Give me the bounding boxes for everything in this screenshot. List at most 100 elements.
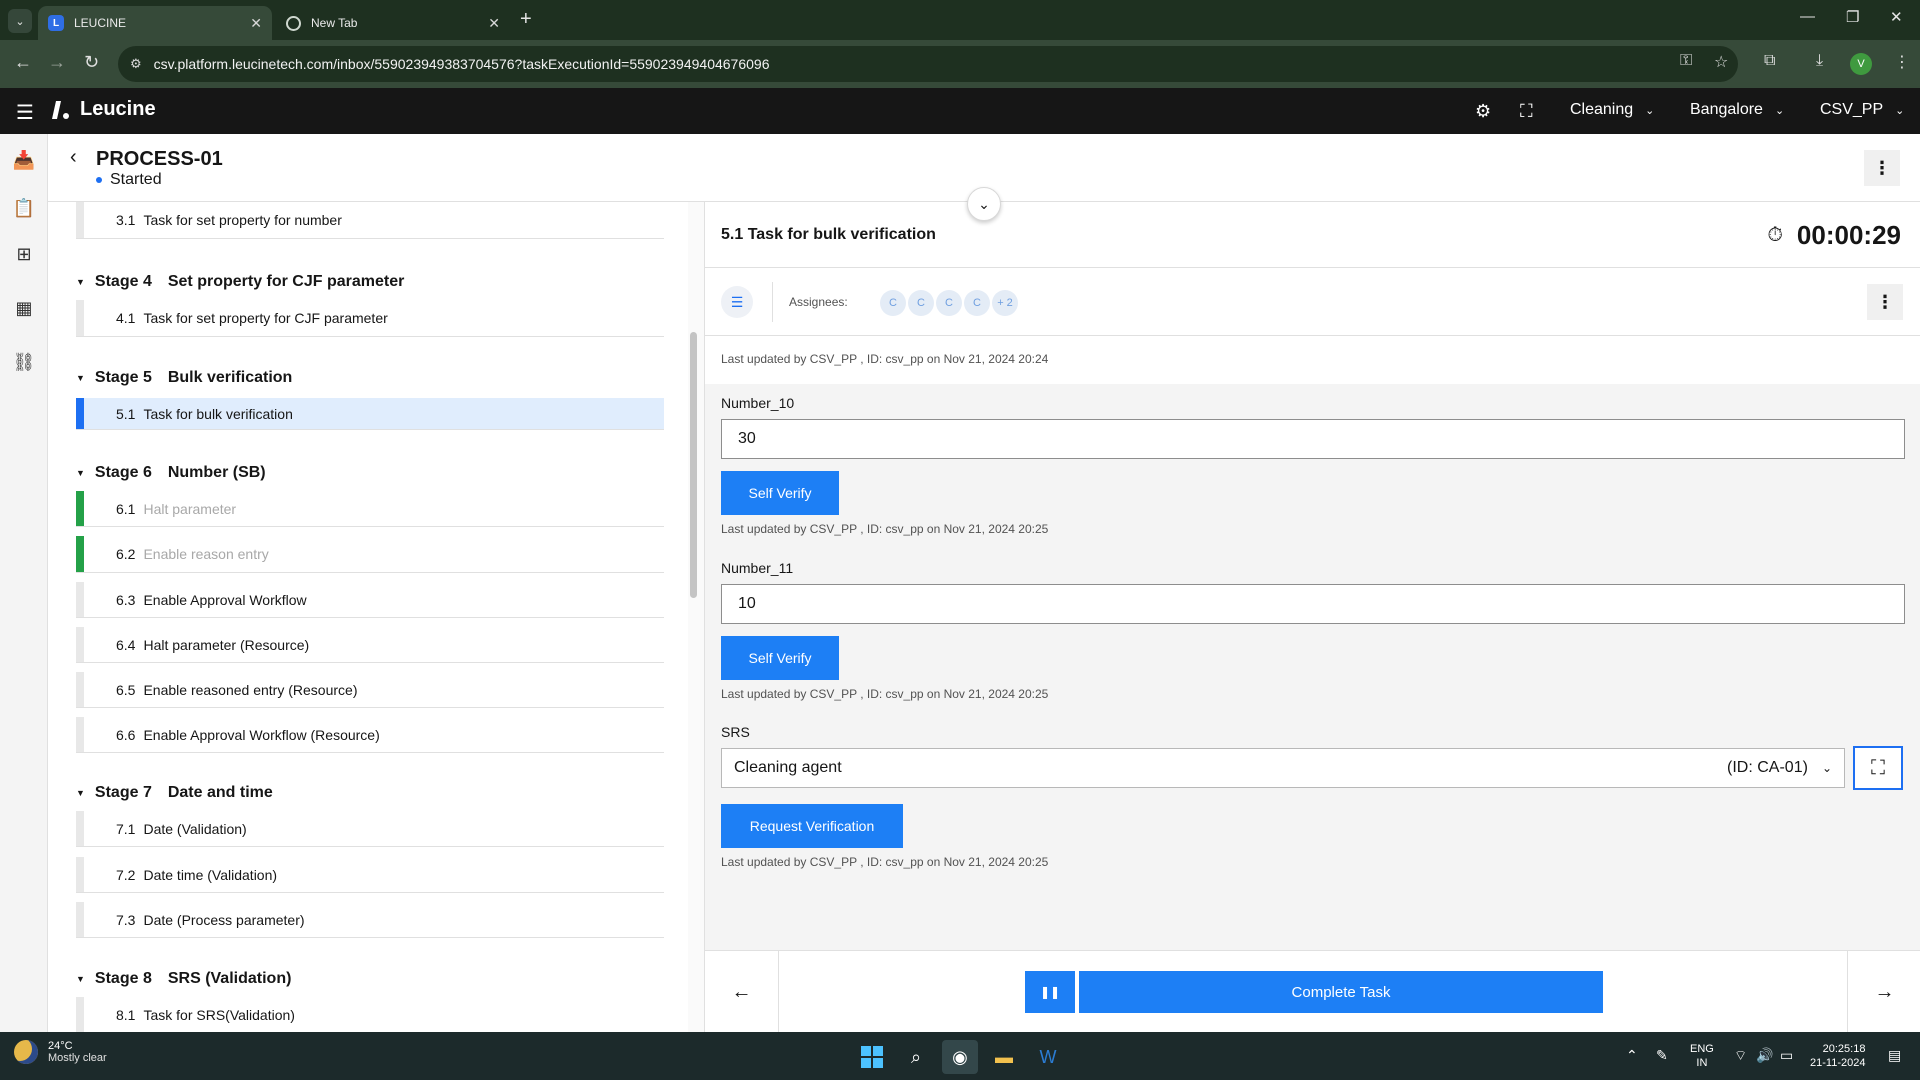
chrome-taskbar-icon[interactable]: ◉	[942, 1040, 978, 1074]
extensions-icon[interactable]: ⧉	[1764, 52, 1775, 70]
download-icon[interactable]: ⤓	[1816, 52, 1823, 70]
task-item-6-3[interactable]: 6.3 Enable Approval Workflow	[76, 582, 664, 618]
back-arrow-icon[interactable]: ←	[14, 52, 32, 73]
ontology-icon[interactable]: ⊞	[0, 234, 48, 274]
previous-task-arrow-icon[interactable]: ←	[705, 951, 779, 1033]
task-footer: ← ❚❚ Complete Task →	[705, 950, 1920, 1033]
task-label: Halt parameter	[143, 500, 237, 517]
app-logo[interactable]: Leucine	[52, 98, 156, 121]
start-windows-icon[interactable]	[854, 1040, 890, 1074]
task-item-6-1[interactable]: 6.1 Halt parameter	[76, 491, 664, 527]
task-item-8-1[interactable]: 8.1 Task for SRS(Validation)	[76, 997, 664, 1032]
task-item-4-1[interactable]: 4.1 Task for set property for CJF parame…	[76, 300, 664, 337]
collapse-header-chevron-icon[interactable]: ⌄	[967, 187, 1001, 221]
task-item-7-1[interactable]: 7.1 Date (Validation)	[76, 811, 664, 847]
minimize-window-icon[interactable]: —	[1800, 8, 1815, 25]
notification-pen-icon[interactable]: ✎	[1656, 1047, 1668, 1064]
facility-dropdown[interactable]: Cleaning ⌄	[1570, 101, 1654, 119]
process-more-icon[interactable]: ⋮	[1864, 150, 1900, 186]
task-number: 7.1	[116, 820, 136, 837]
avatar: C	[964, 290, 990, 316]
show-hidden-icons-chevron-icon[interactable]: ⌃	[1626, 1047, 1638, 1064]
address-bar[interactable]: ⚙ csv.platform.leucinetech.com/inbox/559…	[118, 46, 1738, 82]
browser-menu-icon[interactable]: ⋮	[1894, 52, 1910, 72]
hierarchy-icon[interactable]: ⛓	[0, 342, 48, 382]
calendar-icon[interactable]: ▦	[0, 288, 48, 328]
stage-label: Bulk verification	[167, 369, 293, 386]
word-icon[interactable]: W	[1030, 1040, 1066, 1074]
profile-avatar[interactable]: V	[1850, 53, 1872, 75]
task-more-icon[interactable]: ⋮	[1867, 284, 1903, 320]
browser-tab-new-tab[interactable]: New Tab ✕	[276, 6, 510, 40]
task-item-7-3[interactable]: 7.3 Date (Process parameter)	[76, 902, 664, 938]
site-info-icon[interactable]: ⚙	[130, 56, 142, 72]
checklist-icon[interactable]: 📋	[0, 188, 48, 228]
number-10-input[interactable]: 30	[721, 419, 1905, 459]
stage-6-header[interactable]: ▼ Stage 6 Number (SB)	[76, 464, 266, 482]
task-item-6-5[interactable]: 6.5 Enable reasoned entry (Resource)	[76, 672, 664, 708]
task-number: 8.1	[116, 1006, 136, 1023]
task-item-6-4[interactable]: 6.4 Halt parameter (Resource)	[76, 627, 664, 663]
url-text: csv.platform.leucinetech.com/inbox/55902…	[153, 56, 770, 72]
task-item-6-6[interactable]: 6.6 Enable Approval Workflow (Resource)	[76, 717, 664, 753]
checklist-icon[interactable]: ☰	[721, 286, 753, 318]
task-number: 6.5	[116, 681, 136, 698]
back-chevron-icon[interactable]: ‹	[70, 146, 77, 169]
stage-5-header[interactable]: ▼ Stage 5 Bulk verification	[76, 369, 292, 387]
settings-gear-icon[interactable]: ⚙	[1475, 101, 1491, 122]
new-tab-plus-icon[interactable]: +	[520, 8, 532, 31]
notifications-icon[interactable]: ▤	[1888, 1047, 1901, 1064]
battery-icon[interactable]: ▭	[1780, 1047, 1793, 1064]
task-item-5-1[interactable]: 5.1 Task for bulk verification	[76, 398, 664, 430]
forward-arrow-icon[interactable]: →	[48, 52, 66, 73]
assignees-bar: ☰ Assignees: C C C C + 2 ⋮	[705, 268, 1920, 336]
task-item-7-2[interactable]: 7.2 Date time (Validation)	[76, 857, 664, 893]
task-label: Task for SRS(Validation)	[143, 1006, 295, 1023]
tab-search-dropdown-icon[interactable]: ⌄	[8, 9, 32, 33]
self-verify-button[interactable]: Self Verify	[721, 636, 839, 680]
stage-8-header[interactable]: ▼ Stage 8 SRS (Validation)	[76, 970, 291, 988]
task-last-updated-row: Last updated by CSV_PP , ID: csv_pp on N…	[705, 336, 1920, 384]
language-indicator[interactable]: ENG IN	[1690, 1042, 1714, 1070]
close-tab-icon[interactable]: ✕	[488, 15, 500, 32]
srs-select[interactable]: Cleaning agent (ID: CA-01) ⌄	[721, 748, 1845, 788]
close-tab-icon[interactable]: ✕	[250, 15, 262, 32]
location-dropdown[interactable]: Bangalore ⌄	[1690, 101, 1784, 119]
clock[interactable]: 20:25:18 21-11-2024	[1810, 1042, 1865, 1070]
scan-barcode-button[interactable]: ⛶	[1853, 746, 1903, 790]
wifi-icon[interactable]: ⌔	[1734, 1047, 1747, 1065]
file-explorer-icon[interactable]: ▬	[986, 1040, 1022, 1074]
moon-weather-icon	[14, 1040, 38, 1064]
stage-7-header[interactable]: ▼ Stage 7 Date and time	[76, 784, 273, 802]
close-window-icon[interactable]: ✕	[1890, 8, 1903, 26]
bookmark-star-icon[interactable]: ☆	[1714, 52, 1728, 72]
hamburger-menu-icon[interactable]: ☰	[16, 100, 34, 125]
srs-label: SRS	[721, 724, 750, 740]
number-11-input[interactable]: 10	[721, 584, 1905, 624]
next-task-arrow-icon[interactable]: →	[1847, 951, 1920, 1033]
user-dropdown[interactable]: CSV_PP ⌄	[1820, 101, 1904, 119]
task-item-3-1[interactable]: 3.1 Task for set property for number	[76, 202, 664, 239]
complete-task-button[interactable]: Complete Task	[1079, 971, 1603, 1013]
request-verification-button[interactable]: Request Verification	[721, 804, 903, 848]
task-timer: ⏱ 00:00:29	[1767, 220, 1901, 251]
task-list-scrollbar[interactable]	[688, 202, 704, 1032]
search-icon[interactable]: ⌕	[898, 1040, 934, 1074]
stage-4-header[interactable]: ▼ Stage 4 Set property for CJF parameter	[76, 273, 404, 291]
volume-icon[interactable]: 🔊	[1756, 1047, 1773, 1064]
browser-tab-leucine[interactable]: L LEUCINE ✕	[38, 6, 272, 40]
scan-icon[interactable]: ⛶	[1520, 101, 1533, 122]
pause-button[interactable]: ❚❚	[1025, 971, 1075, 1013]
reload-icon[interactable]: ↻	[84, 52, 99, 73]
task-item-6-2[interactable]: 6.2 Enable reason entry	[76, 536, 664, 573]
assignee-avatars[interactable]: C C C C + 2	[880, 290, 1018, 316]
status-dot-icon	[96, 177, 102, 183]
weather-widget[interactable]: 24°C Mostly clear	[14, 1040, 107, 1064]
task-list-scroll-thumb[interactable]	[690, 332, 697, 598]
restore-window-icon[interactable]: ❐	[1846, 8, 1859, 26]
task-last-updated: Last updated by CSV_PP , ID: csv_pp on N…	[721, 352, 1049, 366]
stage-number: Stage 4	[94, 273, 152, 290]
password-key-icon[interactable]: ⚿	[1680, 52, 1692, 70]
self-verify-button[interactable]: Self Verify	[721, 471, 839, 515]
inbox-icon[interactable]: 📥	[0, 140, 48, 180]
